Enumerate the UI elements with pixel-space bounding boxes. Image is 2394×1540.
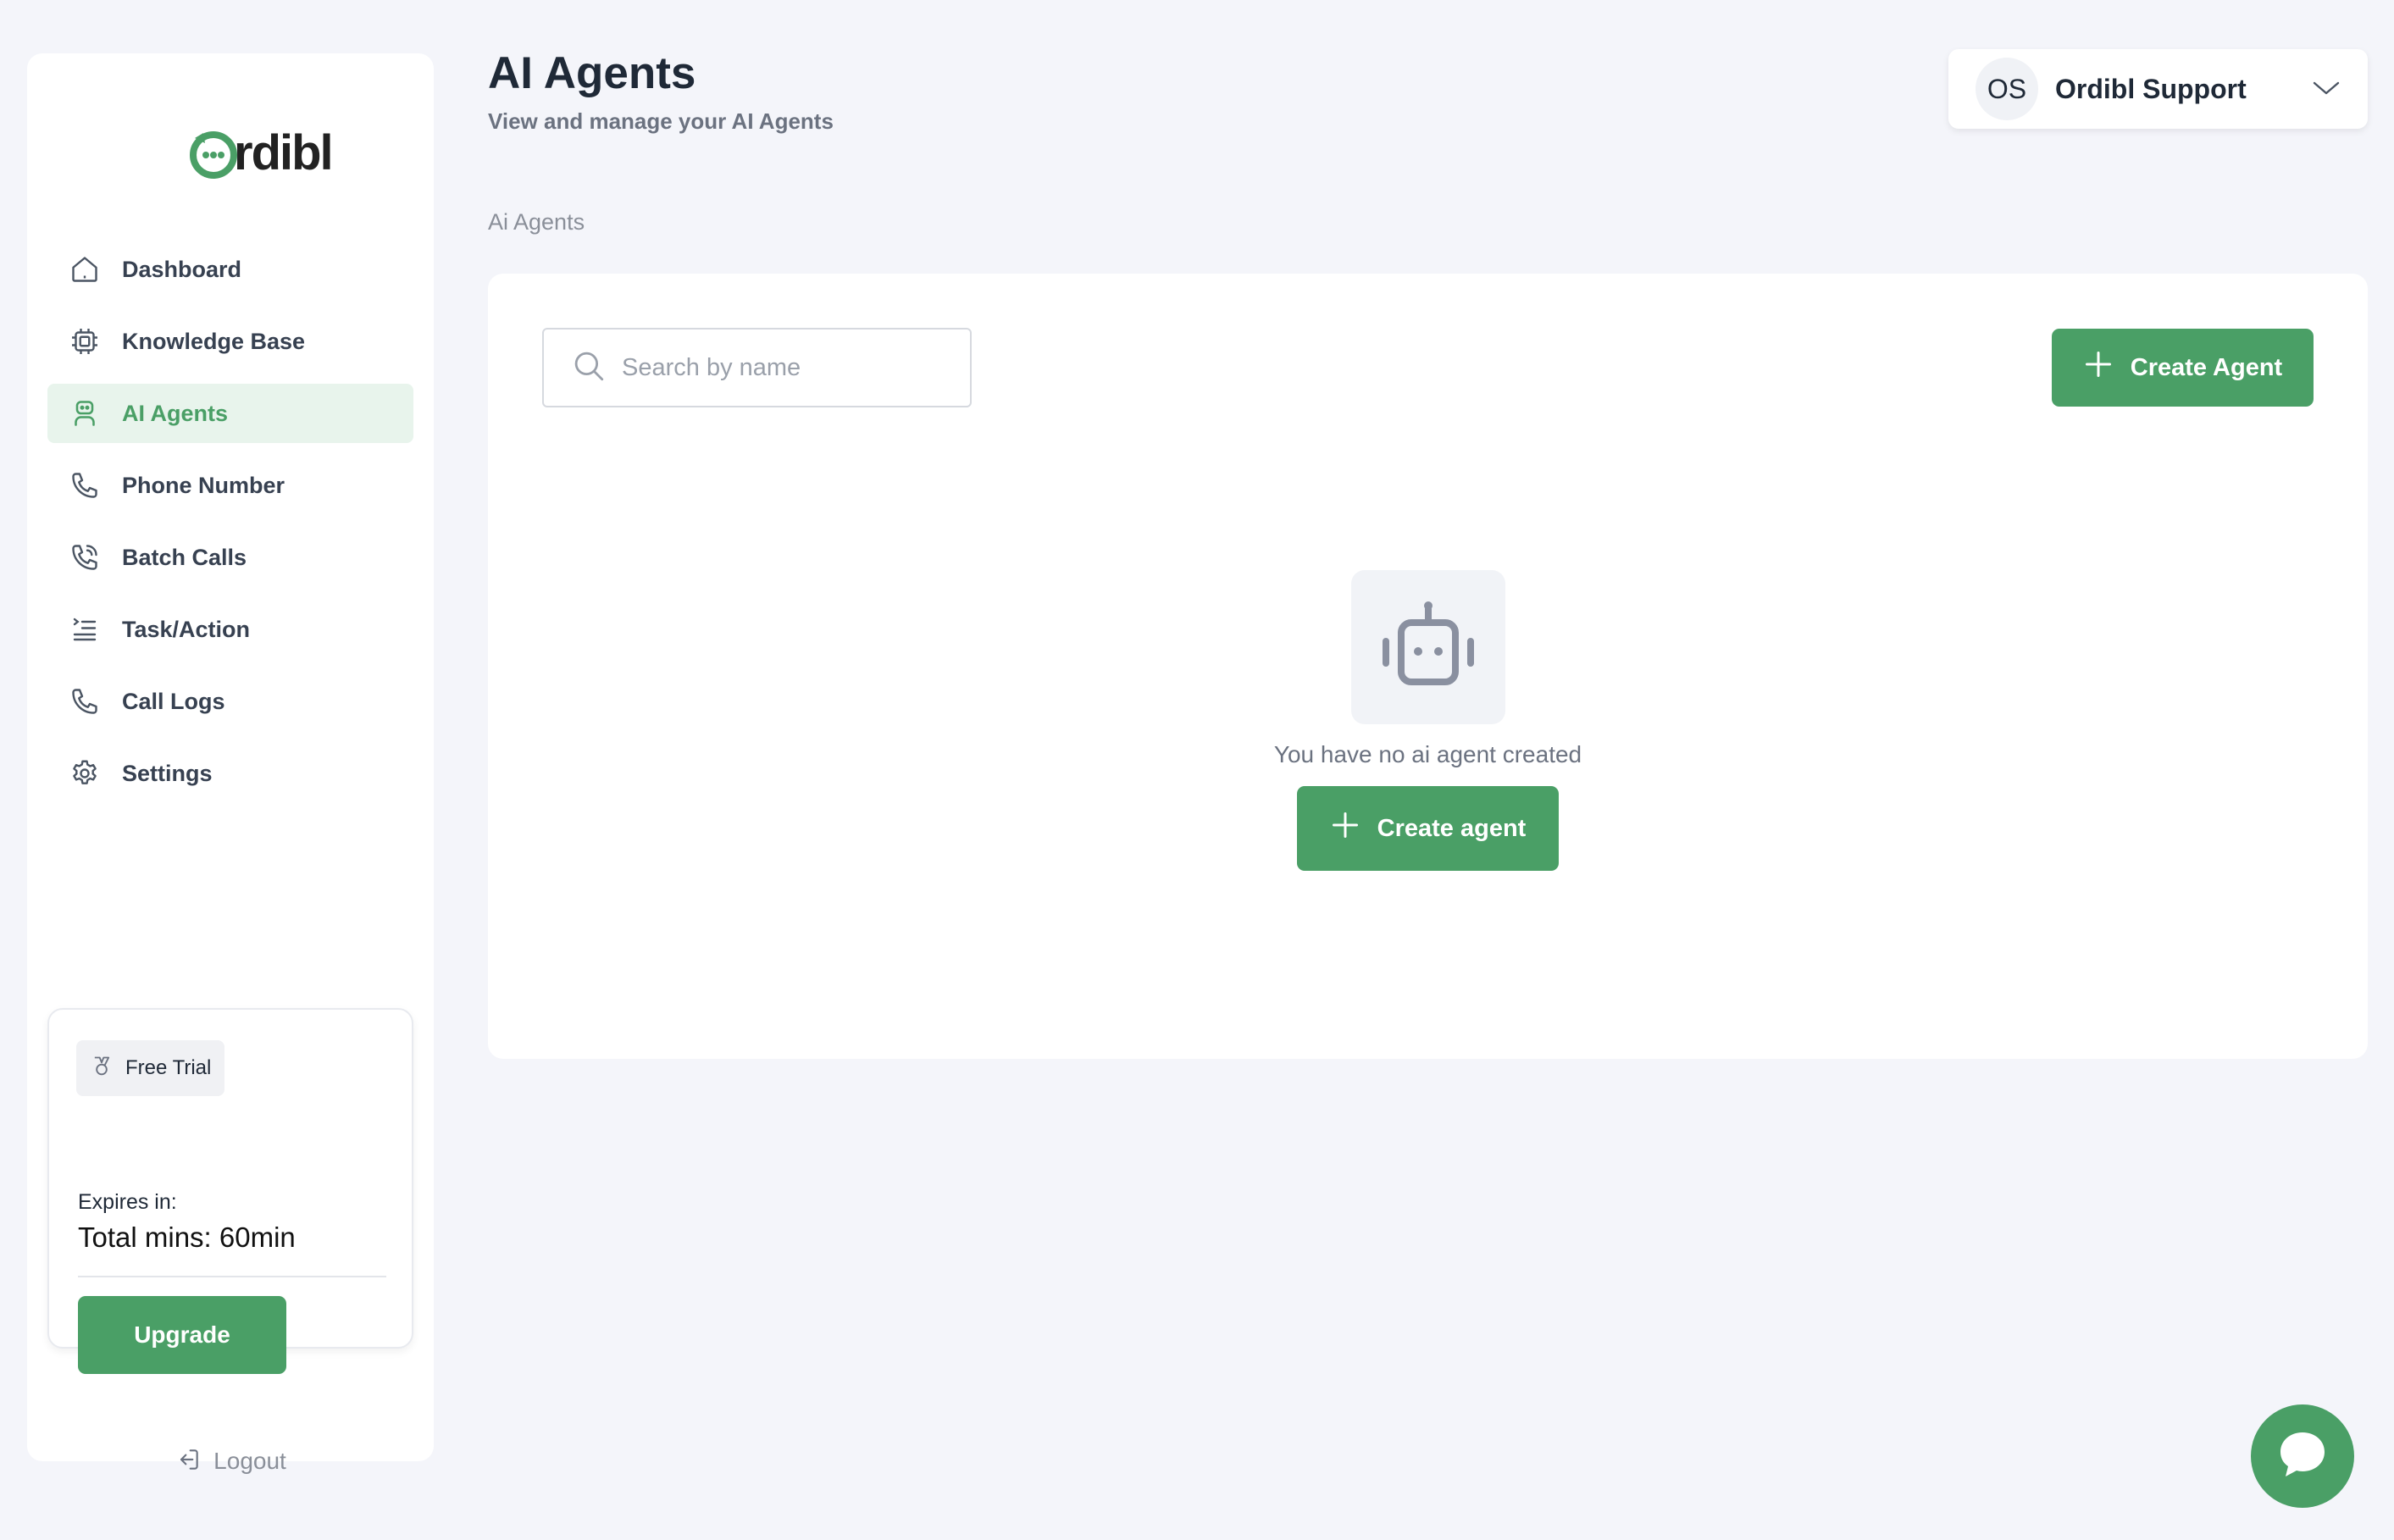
user-menu[interactable]: OS Ordibl Support — [1948, 49, 2368, 129]
sidebar-item-batch-calls[interactable]: Batch Calls — [47, 528, 413, 587]
sidebar-item-label: Dashboard — [122, 256, 242, 282]
sidebar-nav: Dashboard Knowledge Base AI Agents Phone… — [47, 240, 413, 816]
create-agent-label: Create agent — [1377, 814, 1527, 842]
plus-icon — [2083, 349, 2114, 386]
page-subtitle: View and manage your AI Agents — [488, 108, 834, 134]
total-mins: Total mins: 60min — [78, 1221, 296, 1253]
sidebar-item-dashboard[interactable]: Dashboard — [47, 240, 413, 299]
sidebar-item-label: Phone Number — [122, 472, 285, 498]
free-trial-card: Free Trial Expires in: Total mins: 60min… — [47, 1008, 413, 1374]
task-list-icon — [68, 612, 102, 646]
logo[interactable]: rdibl — [188, 125, 334, 180]
agent-icon — [68, 396, 102, 430]
upgrade-button[interactable]: Upgrade — [78, 1296, 286, 1374]
page-title: AI Agents — [488, 48, 696, 98]
chevron-down-icon[interactable] — [2312, 78, 2341, 102]
sidebar-item-call-logs[interactable]: Call Logs — [47, 672, 413, 731]
plus-icon — [1330, 810, 1360, 847]
chat-bubble-icon — [2275, 1427, 2330, 1486]
sidebar-item-label: Batch Calls — [122, 544, 247, 570]
sidebar-item-label: Task/Action — [122, 616, 251, 642]
expires-label: Expires in: — [78, 1190, 177, 1214]
sidebar-item-settings[interactable]: Settings — [47, 744, 413, 803]
logout-button[interactable]: Logout — [27, 1436, 434, 1487]
logo-chat-icon — [188, 128, 237, 179]
sidebar: rdibl Dashboard Knowledge Base AI Agents… — [27, 53, 434, 1474]
user-name: Ordibl Support — [2055, 73, 2247, 104]
search-box[interactable] — [542, 328, 972, 407]
phone-calling-icon — [68, 540, 102, 574]
search-input[interactable] — [622, 353, 944, 382]
sidebar-item-label: Knowledge Base — [122, 328, 306, 354]
agents-panel: Create Agent You have no ai agent create… — [488, 274, 2368, 1059]
sidebar-item-label: Call Logs — [122, 688, 225, 714]
logout-label: Logout — [213, 1448, 286, 1474]
sidebar-item-ai-agents[interactable]: AI Agents — [47, 384, 413, 443]
avatar: OS — [1976, 58, 2038, 120]
sidebar-item-task-action[interactable]: Task/Action — [47, 600, 413, 659]
search-icon — [571, 348, 607, 388]
logo-text: rdibl — [234, 125, 334, 180]
free-trial-label: Free Trial — [125, 1056, 212, 1079]
chat-support-button[interactable] — [2251, 1404, 2354, 1508]
divider — [78, 1276, 386, 1277]
empty-state-robot — [1351, 570, 1505, 724]
empty-state-text: You have no ai agent created — [1273, 741, 1582, 767]
sidebar-item-knowledge-base[interactable]: Knowledge Base — [47, 312, 413, 371]
phone-icon — [68, 468, 102, 502]
create-agent-label: Create Agent — [2130, 353, 2283, 381]
breadcrumb[interactable]: Ai Agents — [488, 209, 585, 235]
home-icon — [68, 252, 102, 286]
sidebar-item-phone-number[interactable]: Phone Number — [47, 456, 413, 515]
free-trial-badge: Free Trial — [76, 1040, 225, 1096]
logout-icon — [175, 1446, 202, 1477]
phone-icon — [68, 684, 102, 718]
gear-icon — [68, 756, 102, 790]
create-agent-button[interactable]: Create Agent — [2052, 329, 2314, 407]
sidebar-item-label: Settings — [122, 760, 213, 786]
chip-icon — [68, 324, 102, 358]
sidebar-item-label: AI Agents — [122, 400, 229, 426]
award-icon — [90, 1055, 114, 1083]
create-agent-empty-button[interactable]: Create agent — [1297, 786, 1559, 871]
robot-icon — [1377, 599, 1479, 696]
